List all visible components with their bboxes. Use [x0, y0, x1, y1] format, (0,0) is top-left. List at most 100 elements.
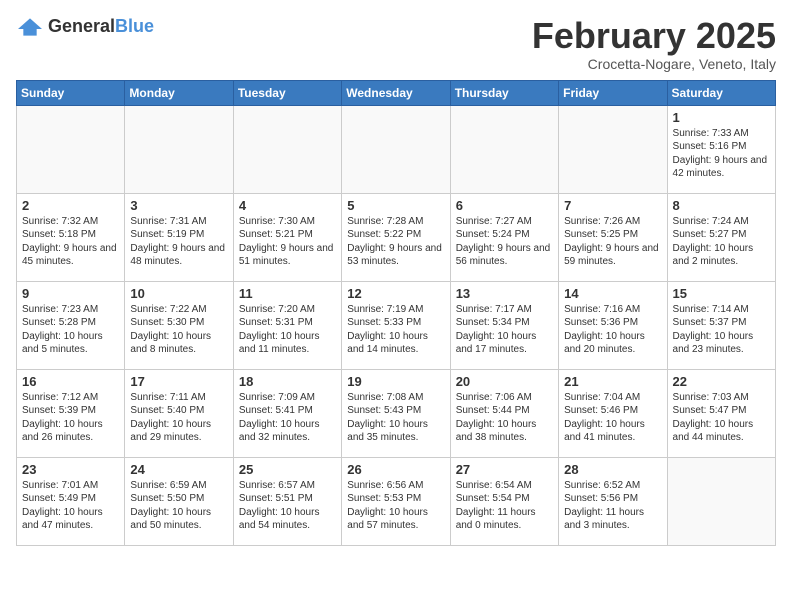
day-number: 11 [239, 286, 336, 301]
day-number: 14 [564, 286, 661, 301]
day-info: Sunrise: 7:24 AM Sunset: 5:27 PM Dayligh… [673, 215, 770, 269]
calendar-cell: 18Sunrise: 7:09 AM Sunset: 5:41 PM Dayli… [233, 369, 341, 457]
page-header: GeneralBlue February 2025 Crocetta-Nogar… [16, 16, 776, 72]
calendar-cell: 11 Sunrise: 7:20 AM Sunset: 5:31 PM Dayli… [233, 281, 341, 369]
calendar-cell: 27 Sunrise: 6:54 AM Sunset: 5:54 PM Dayli… [450, 457, 558, 545]
day-number: 7 [564, 198, 661, 213]
logo-icon [16, 17, 44, 37]
calendar-cell [667, 457, 775, 545]
month-title: February 2025 [532, 16, 776, 56]
calendar-cell: 8 Sunrise: 7:24 AM Sunset: 5:27 PM Daylig… [667, 193, 775, 281]
calendar-cell: 20 Sunrise: 7:06 AM Sunset: 5:44 PM Dayli… [450, 369, 558, 457]
calendar-cell: 10 Sunrise: 7:22 AM Sunset: 5:30 PM Dayli… [125, 281, 233, 369]
calendar-cell: 25 Sunrise: 6:57 AM Sunset: 5:51 PM Dayli… [233, 457, 341, 545]
day-info: Sunrise: 7:23 AM Sunset: 5:28 PM Dayligh… [22, 303, 119, 357]
day-number: 4 [239, 198, 336, 213]
day-number: 12 [347, 286, 444, 301]
calendar-cell: 13 Sunrise: 7:17 AM Sunset: 5:34 PM Dayli… [450, 281, 558, 369]
calendar-cell [125, 105, 233, 193]
day-number: 5 [347, 198, 444, 213]
day-number: 13 [456, 286, 553, 301]
calendar-cell: 4 Sunrise: 7:30 AM Sunset: 5:21 PM Daylig… [233, 193, 341, 281]
calendar-cell: 16 Sunrise: 7:12 AM Sunset: 5:39 PM Dayli… [17, 369, 125, 457]
logo-general-text: General [48, 16, 115, 36]
header-day-friday: Friday [559, 80, 667, 105]
day-info: Sunrise: 6:54 AM Sunset: 5:54 PM Dayligh… [456, 479, 553, 533]
day-number: 2 [22, 198, 119, 213]
day-number: 28 [564, 462, 661, 477]
day-number: 23 [22, 462, 119, 477]
day-info: Sunrise: 7:08 AM Sunset: 5:43 PM Dayligh… [347, 391, 444, 445]
header-day-wednesday: Wednesday [342, 80, 450, 105]
day-info: Sunrise: 7:30 AM Sunset: 5:21 PM Dayligh… [239, 215, 336, 269]
calendar-header: SundayMondayTuesdayWednesdayThursdayFrid… [17, 80, 776, 105]
calendar-cell: 17 Sunrise: 7:11 AM Sunset: 5:40 PM Dayli… [125, 369, 233, 457]
day-number: 8 [673, 198, 770, 213]
day-info: Sunrise: 7:06 AM Sunset: 5:44 PM Dayligh… [456, 391, 553, 445]
logo: GeneralBlue [16, 16, 154, 37]
calendar-cell: 9Sunrise: 7:23 AM Sunset: 5:28 PM Daylig… [17, 281, 125, 369]
header-day-saturday: Saturday [667, 80, 775, 105]
day-number: 24 [130, 462, 227, 477]
week-row-3: 16 Sunrise: 7:12 AM Sunset: 5:39 PM Dayli… [17, 369, 776, 457]
calendar-cell: 15 Sunrise: 7:14 AM Sunset: 5:37 PM Dayli… [667, 281, 775, 369]
day-info: Sunrise: 7:03 AM Sunset: 5:47 PM Dayligh… [673, 391, 770, 445]
day-info: Sunrise: 6:57 AM Sunset: 5:51 PM Dayligh… [239, 479, 336, 533]
day-number: 27 [456, 462, 553, 477]
day-info: Sunrise: 7:14 AM Sunset: 5:37 PM Dayligh… [673, 303, 770, 357]
calendar-cell: 1Sunrise: 7:33 AM Sunset: 5:16 PM Daylig… [667, 105, 775, 193]
day-number: 25 [239, 462, 336, 477]
day-info: Sunrise: 7:17 AM Sunset: 5:34 PM Dayligh… [456, 303, 553, 357]
header-row: SundayMondayTuesdayWednesdayThursdayFrid… [17, 80, 776, 105]
day-info: Sunrise: 7:31 AM Sunset: 5:19 PM Dayligh… [130, 215, 227, 269]
day-info: Sunrise: 6:56 AM Sunset: 5:53 PM Dayligh… [347, 479, 444, 533]
day-number: 6 [456, 198, 553, 213]
day-info: Sunrise: 7:22 AM Sunset: 5:30 PM Dayligh… [130, 303, 227, 357]
calendar-cell: 19 Sunrise: 7:08 AM Sunset: 5:43 PM Dayli… [342, 369, 450, 457]
calendar-cell: 3 Sunrise: 7:31 AM Sunset: 5:19 PM Daylig… [125, 193, 233, 281]
week-row-2: 9Sunrise: 7:23 AM Sunset: 5:28 PM Daylig… [17, 281, 776, 369]
location-text: Crocetta-Nogare, Veneto, Italy [532, 56, 776, 72]
day-info: Sunrise: 7:12 AM Sunset: 5:39 PM Dayligh… [22, 391, 119, 445]
header-day-thursday: Thursday [450, 80, 558, 105]
day-info: Sunrise: 7:16 AM Sunset: 5:36 PM Dayligh… [564, 303, 661, 357]
day-info: Sunrise: 7:19 AM Sunset: 5:33 PM Dayligh… [347, 303, 444, 357]
calendar-cell: 14 Sunrise: 7:16 AM Sunset: 5:36 PM Dayli… [559, 281, 667, 369]
week-row-4: 23 Sunrise: 7:01 AM Sunset: 5:49 PM Dayli… [17, 457, 776, 545]
day-number: 3 [130, 198, 227, 213]
day-number: 21 [564, 374, 661, 389]
day-number: 26 [347, 462, 444, 477]
calendar-cell [450, 105, 558, 193]
day-info: Sunrise: 7:32 AM Sunset: 5:18 PM Dayligh… [22, 215, 119, 269]
calendar-cell: 24 Sunrise: 6:59 AM Sunset: 5:50 PM Dayli… [125, 457, 233, 545]
calendar-cell: 12 Sunrise: 7:19 AM Sunset: 5:33 PM Dayli… [342, 281, 450, 369]
day-number: 18 [239, 374, 336, 389]
day-number: 15 [673, 286, 770, 301]
day-info: Sunrise: 7:01 AM Sunset: 5:49 PM Dayligh… [22, 479, 119, 533]
calendar-cell: 22Sunrise: 7:03 AM Sunset: 5:47 PM Dayli… [667, 369, 775, 457]
week-row-0: 1Sunrise: 7:33 AM Sunset: 5:16 PM Daylig… [17, 105, 776, 193]
day-info: Sunrise: 7:20 AM Sunset: 5:31 PM Dayligh… [239, 303, 336, 357]
day-info: Sunrise: 7:27 AM Sunset: 5:24 PM Dayligh… [456, 215, 553, 269]
day-info: Sunrise: 7:26 AM Sunset: 5:25 PM Dayligh… [564, 215, 661, 269]
title-block: February 2025 Crocetta-Nogare, Veneto, I… [532, 16, 776, 72]
day-number: 20 [456, 374, 553, 389]
calendar-cell: 28 Sunrise: 6:52 AM Sunset: 5:56 PM Dayli… [559, 457, 667, 545]
calendar-cell [559, 105, 667, 193]
header-day-sunday: Sunday [17, 80, 125, 105]
day-number: 17 [130, 374, 227, 389]
day-number: 19 [347, 374, 444, 389]
calendar-table: SundayMondayTuesdayWednesdayThursdayFrid… [16, 80, 776, 546]
day-info: Sunrise: 6:59 AM Sunset: 5:50 PM Dayligh… [130, 479, 227, 533]
day-number: 10 [130, 286, 227, 301]
week-row-1: 2 Sunrise: 7:32 AM Sunset: 5:18 PM Daylig… [17, 193, 776, 281]
calendar-cell: 7 Sunrise: 7:26 AM Sunset: 5:25 PM Daylig… [559, 193, 667, 281]
day-number: 16 [22, 374, 119, 389]
calendar-cell: 23 Sunrise: 7:01 AM Sunset: 5:49 PM Dayli… [17, 457, 125, 545]
day-info: Sunrise: 7:11 AM Sunset: 5:40 PM Dayligh… [130, 391, 227, 445]
calendar-cell: 21Sunrise: 7:04 AM Sunset: 5:46 PM Dayli… [559, 369, 667, 457]
day-info: Sunrise: 6:52 AM Sunset: 5:56 PM Dayligh… [564, 479, 661, 533]
day-info: Sunrise: 7:28 AM Sunset: 5:22 PM Dayligh… [347, 215, 444, 269]
calendar-body: 1Sunrise: 7:33 AM Sunset: 5:16 PM Daylig… [17, 105, 776, 545]
header-day-monday: Monday [125, 80, 233, 105]
